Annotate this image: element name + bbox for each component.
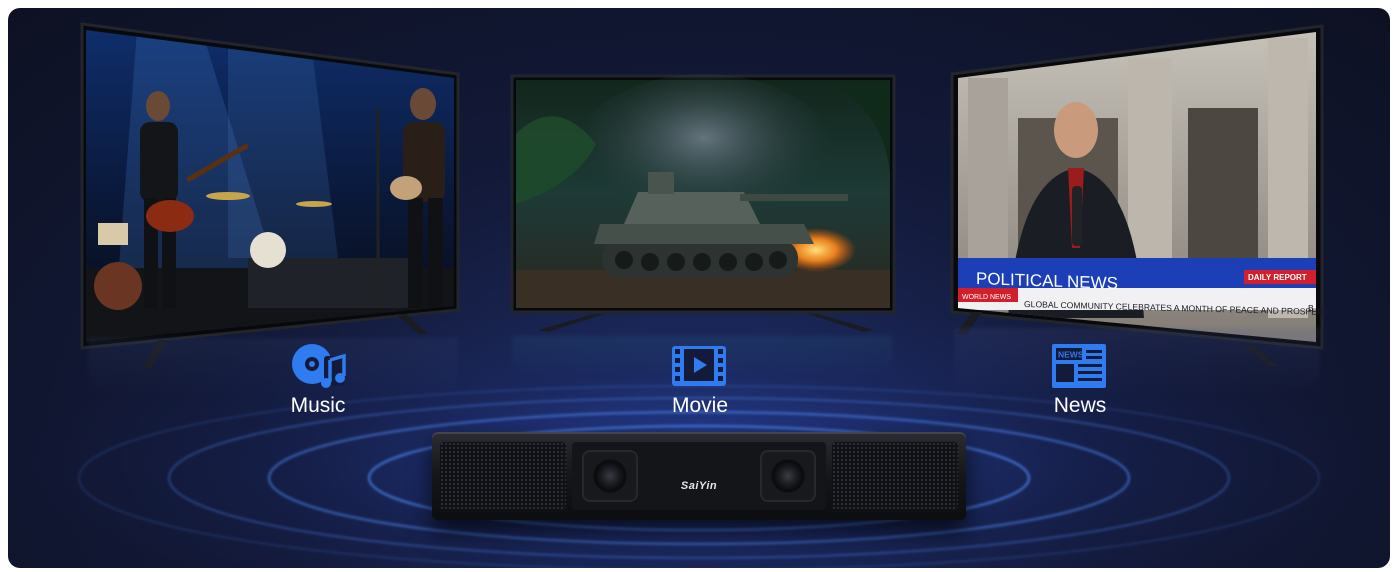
soundbar-grille-right — [832, 442, 958, 510]
news-ticker-label: WORLD NEWS — [962, 294, 1011, 301]
news-tag: DAILY REPORT — [1248, 273, 1307, 282]
tv-music — [80, 22, 460, 368]
news-ticker-tail: B — [1308, 303, 1314, 313]
speaker-driver-right — [760, 450, 816, 502]
speaker-driver-left — [582, 450, 638, 502]
label-news: News — [1053, 394, 1107, 417]
tv-news: POLITICAL NEWS DAILY REPORT WORLD NEWS G… — [950, 24, 1328, 366]
label-movie: Movie — [671, 394, 729, 417]
music-note-icon — [288, 338, 348, 394]
tv-movie — [510, 74, 896, 332]
reflection-news — [954, 328, 1320, 398]
reflection-music — [88, 338, 458, 398]
soundbar-grille-left — [440, 442, 566, 510]
newspaper-icon: NEWS — [1050, 342, 1110, 398]
news-icon-badge: NEWS — [1058, 350, 1084, 360]
scene: POLITICAL NEWS DAILY REPORT WORLD NEWS G… — [8, 8, 1390, 568]
soundbar: SaiYin — [432, 432, 966, 520]
film-play-icon — [670, 342, 730, 398]
label-music: Music — [290, 394, 346, 417]
soundbar-brand-logo: SaiYin — [680, 480, 718, 492]
